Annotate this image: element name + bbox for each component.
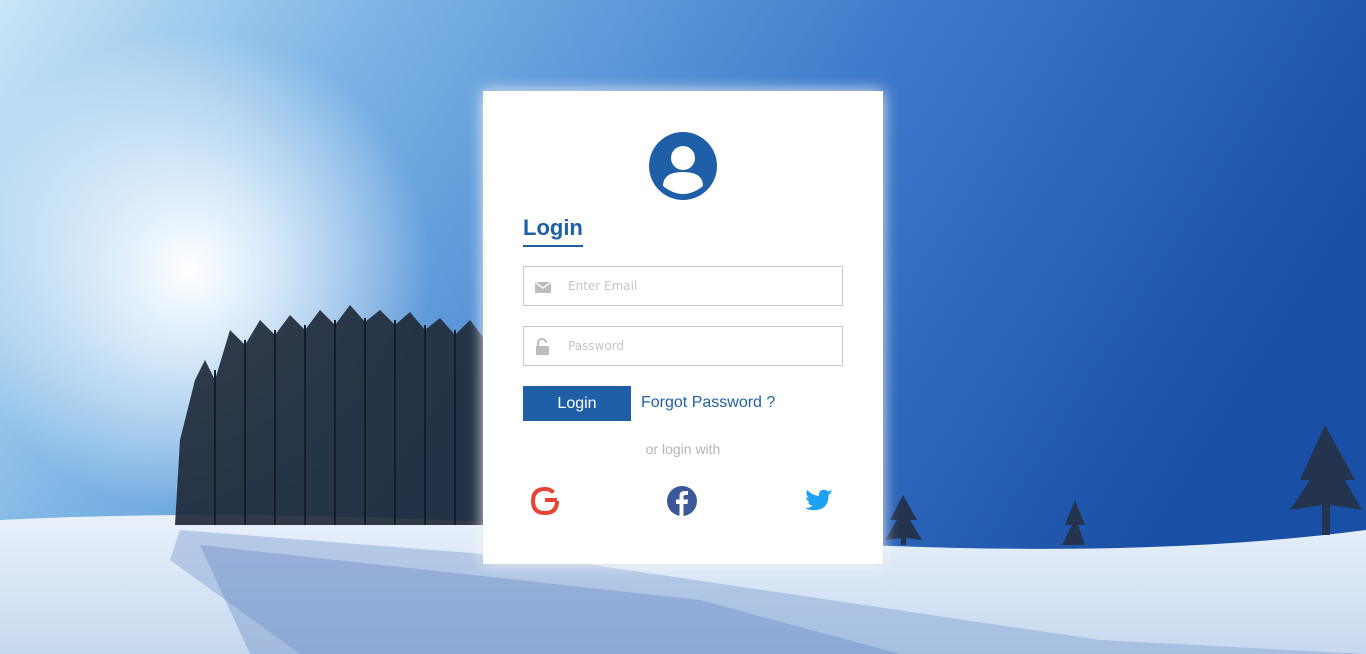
user-avatar-icon <box>649 132 717 200</box>
forgot-password-link[interactable]: Forgot Password ? <box>641 394 775 412</box>
google-icon[interactable] <box>528 484 562 518</box>
alt-login-label: or login with <box>645 441 721 457</box>
email-input[interactable] <box>568 267 838 305</box>
login-title: Login <box>523 215 583 247</box>
email-field[interactable] <box>523 266 843 306</box>
login-button[interactable]: Login <box>523 386 631 421</box>
unlock-icon <box>536 338 549 355</box>
twitter-icon[interactable] <box>802 484 836 518</box>
login-card: Login Login Forgot Password ? or login w… <box>483 91 883 564</box>
facebook-icon[interactable] <box>665 484 699 518</box>
password-field[interactable] <box>523 326 843 366</box>
password-input[interactable] <box>568 327 838 365</box>
envelope-icon <box>534 281 552 293</box>
